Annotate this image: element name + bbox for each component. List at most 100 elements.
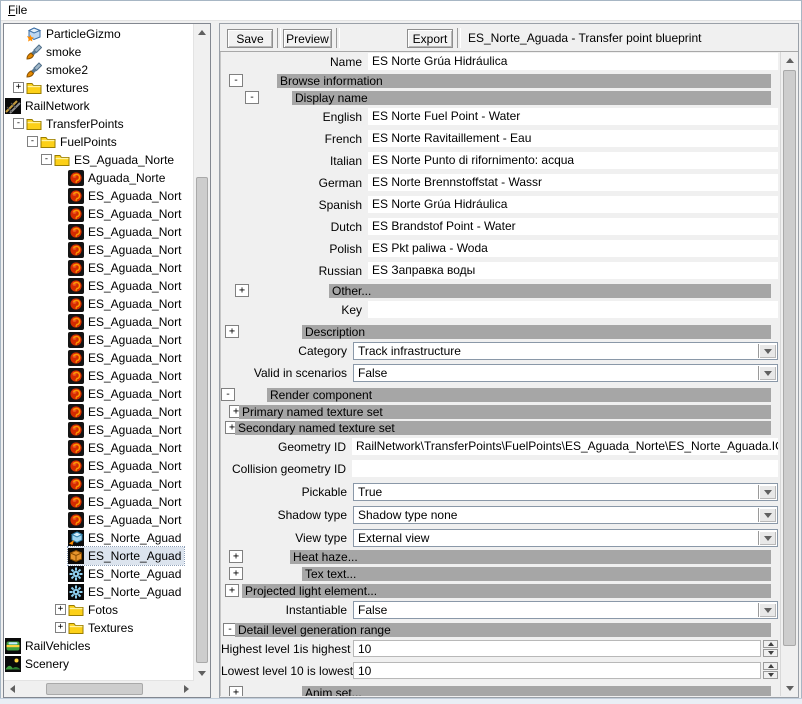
text-field[interactable]: ES Pkt paliwa - Woda bbox=[368, 240, 778, 257]
dropdown-arrow-button[interactable] bbox=[758, 366, 776, 380]
tree-item[interactable]: +textures bbox=[4, 79, 194, 97]
tree-item[interactable]: smoke bbox=[4, 43, 194, 61]
section-header-label: Display name bbox=[295, 91, 368, 105]
dropdown-field[interactable]: False bbox=[353, 364, 778, 382]
tree-hscrollbar-thumb[interactable] bbox=[46, 683, 143, 695]
tree-item[interactable]: ES_Aguada_Nort bbox=[4, 403, 194, 421]
save-button[interactable]: Save bbox=[227, 29, 273, 48]
text-field[interactable]: ES Norte Grúa Hidráulica bbox=[368, 196, 778, 213]
text-field[interactable] bbox=[352, 460, 778, 477]
tree-scroll-up-button[interactable] bbox=[194, 24, 210, 40]
tree-item-content: FuelPoints bbox=[40, 133, 120, 151]
collapse-toggle-icon[interactable]: - bbox=[41, 154, 52, 165]
menu-file[interactable]: File bbox=[1, 1, 34, 17]
expand-toggle-icon[interactable]: + bbox=[13, 82, 24, 93]
tree-item[interactable]: ES_Norte_Aguad bbox=[4, 547, 194, 565]
dropdown-arrow-button[interactable] bbox=[758, 485, 776, 499]
dropdown-field[interactable]: External view bbox=[353, 529, 778, 547]
collapse-toggle-icon[interactable]: - bbox=[13, 118, 24, 129]
tree-item[interactable]: ES_Aguada_Nort bbox=[4, 493, 194, 511]
section-toggle-button[interactable]: - bbox=[221, 388, 235, 401]
tree-item[interactable]: ES_Norte_Aguad bbox=[4, 529, 194, 547]
text-field[interactable]: ES Norte Brennstoffstat - Wassr bbox=[368, 174, 778, 191]
tree-item[interactable]: ES_Aguada_Nort bbox=[4, 223, 194, 241]
form-scroll-up-button[interactable] bbox=[781, 52, 798, 68]
spin-up-button[interactable] bbox=[763, 640, 778, 648]
export-button[interactable]: Export bbox=[407, 29, 453, 48]
tree-item[interactable]: ES_Aguada_Nort bbox=[4, 421, 194, 439]
tree-item[interactable]: ES_Aguada_Nort bbox=[4, 259, 194, 277]
section-toggle-button[interactable]: + bbox=[235, 284, 249, 297]
section-toggle-button[interactable]: + bbox=[229, 567, 243, 580]
tree-item[interactable]: ES_Aguada_Nort bbox=[4, 349, 194, 367]
text-field[interactable] bbox=[368, 301, 778, 318]
tree-item[interactable]: ParticleGizmo bbox=[4, 25, 194, 43]
section-toggle-button[interactable]: - bbox=[245, 91, 259, 104]
expand-toggle-icon[interactable]: + bbox=[55, 622, 66, 633]
text-field[interactable]: ES Norte Grúa Hidráulica bbox=[368, 53, 778, 70]
tree-item[interactable]: -FuelPoints bbox=[4, 133, 194, 151]
tree-item[interactable]: ES_Aguada_Nort bbox=[4, 331, 194, 349]
field-label: Dutch bbox=[221, 218, 362, 236]
section-toggle-button[interactable]: + bbox=[225, 584, 239, 597]
tree-item[interactable]: ES_Aguada_Nort bbox=[4, 241, 194, 259]
collapse-toggle-icon[interactable]: - bbox=[27, 136, 38, 147]
tree-vertical-scrollbar[interactable] bbox=[193, 24, 210, 681]
text-field[interactable]: ES Brandstof Point - Water bbox=[368, 218, 778, 235]
section-toggle-button[interactable]: + bbox=[225, 325, 239, 338]
expand-toggle-icon[interactable]: + bbox=[55, 604, 66, 615]
dropdown-arrow-button[interactable] bbox=[758, 531, 776, 545]
tree-item[interactable]: Scenery bbox=[4, 655, 194, 673]
number-field[interactable]: 10 bbox=[353, 662, 761, 679]
spin-up-button[interactable] bbox=[763, 662, 778, 670]
preview-button[interactable]: Preview bbox=[283, 29, 332, 48]
tree-item[interactable]: ES_Aguada_Nort bbox=[4, 295, 194, 313]
dropdown-arrow-button[interactable] bbox=[758, 344, 776, 358]
tree-item[interactable]: ES_Aguada_Nort bbox=[4, 385, 194, 403]
section-toggle-button[interactable]: + bbox=[229, 686, 243, 696]
tree-item[interactable]: RailNetwork bbox=[4, 97, 194, 115]
text-field[interactable]: ES Заправка воды bbox=[368, 262, 778, 279]
tree-scroll-left-button[interactable] bbox=[4, 681, 20, 697]
tree-item[interactable]: ES_Aguada_Nort bbox=[4, 457, 194, 475]
dropdown-arrow-button[interactable] bbox=[758, 603, 776, 617]
form-scrollbar-thumb[interactable] bbox=[783, 70, 796, 646]
dropdown-arrow-button[interactable] bbox=[758, 508, 776, 522]
dropdown-field[interactable]: Track infrastructure bbox=[353, 342, 778, 360]
text-field[interactable]: ES Norte Ravitaillement - Eau bbox=[368, 130, 778, 147]
tree-item[interactable]: ES_Aguada_Nort bbox=[4, 367, 194, 385]
dropdown-field[interactable]: Shadow type none bbox=[353, 506, 778, 524]
tree-item[interactable]: -TransferPoints bbox=[4, 115, 194, 133]
tree-item[interactable]: smoke2 bbox=[4, 61, 194, 79]
tree-item[interactable]: Aguada_Norte bbox=[4, 169, 194, 187]
tree-item[interactable]: ES_Norte_Aguad bbox=[4, 565, 194, 583]
spin-down-button[interactable] bbox=[763, 649, 778, 657]
tree-item[interactable]: +Textures bbox=[4, 619, 194, 637]
dropdown-field[interactable]: False bbox=[353, 601, 778, 619]
number-field[interactable]: 10 bbox=[353, 640, 761, 657]
tree-item[interactable]: ES_Aguada_Nort bbox=[4, 187, 194, 205]
tree-item[interactable]: +Fotos bbox=[4, 601, 194, 619]
text-field[interactable]: ES Norte Punto di rifornimento: acqua bbox=[368, 152, 778, 169]
tree-item[interactable]: ES_Aguada_Nort bbox=[4, 511, 194, 529]
text-field[interactable]: ES Norte Fuel Point - Water bbox=[368, 108, 778, 125]
section-toggle-button[interactable]: + bbox=[229, 550, 243, 563]
text-field[interactable]: RailNetwork\TransferPoints\FuelPoints\ES… bbox=[352, 438, 778, 455]
form-vertical-scrollbar[interactable] bbox=[780, 52, 798, 696]
dropdown-field[interactable]: True bbox=[353, 483, 778, 501]
section-toggle-button[interactable]: - bbox=[229, 74, 243, 87]
tree-item[interactable]: RailVehicles bbox=[4, 637, 194, 655]
spin-down-button[interactable] bbox=[763, 671, 778, 679]
tree-item[interactable]: ES_Aguada_Nort bbox=[4, 205, 194, 223]
form-scroll-down-button[interactable] bbox=[781, 680, 798, 696]
tree-item[interactable]: -ES_Aguada_Norte bbox=[4, 151, 194, 169]
tree-horizontal-scrollbar[interactable] bbox=[4, 680, 194, 697]
tree-item[interactable]: ES_Aguada_Nort bbox=[4, 277, 194, 295]
tree-scroll-down-button[interactable] bbox=[194, 665, 210, 681]
tree-item[interactable]: ES_Aguada_Nort bbox=[4, 475, 194, 493]
tree-scroll-right-button[interactable] bbox=[178, 681, 194, 697]
tree-item[interactable]: ES_Norte_Aguad bbox=[4, 583, 194, 601]
tree-item[interactable]: ES_Aguada_Nort bbox=[4, 439, 194, 457]
tree-item[interactable]: ES_Aguada_Nort bbox=[4, 313, 194, 331]
tree-scrollbar-thumb[interactable] bbox=[196, 177, 208, 663]
